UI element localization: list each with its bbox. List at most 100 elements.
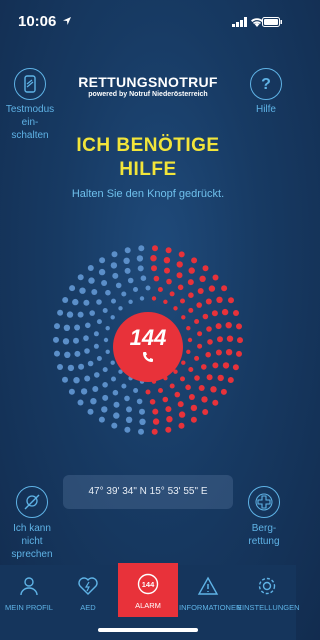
decorative-dot xyxy=(188,292,194,298)
status-bar: 10:06 xyxy=(0,0,296,44)
decorative-dot xyxy=(186,326,191,331)
decorative-dot xyxy=(225,322,232,329)
cannot-speak-button[interactable]: Ich kann nicht sprechen xyxy=(0,486,64,561)
decorative-dot xyxy=(105,326,110,331)
decorative-dot xyxy=(57,309,64,316)
decorative-dot xyxy=(178,251,185,258)
help-button[interactable]: ? Hilfe xyxy=(236,68,296,116)
decorative-dot xyxy=(79,287,86,294)
tab-label-informationen: INFORMATIONEN xyxy=(179,603,242,612)
decorative-dot xyxy=(198,385,205,391)
decorative-dot xyxy=(87,265,94,271)
decorative-dot xyxy=(67,364,75,372)
decorative-dot xyxy=(222,362,230,369)
tab-alarm[interactable]: 144 ALARM xyxy=(118,563,178,617)
decorative-dot xyxy=(87,360,94,367)
decorative-dot xyxy=(236,323,242,330)
decorative-dot xyxy=(220,388,227,395)
decorative-dot xyxy=(197,288,204,294)
decorative-dot xyxy=(145,285,151,291)
decorative-dot xyxy=(84,375,91,382)
decorative-dot xyxy=(80,388,88,395)
decorative-dot xyxy=(85,322,91,329)
emergency-call-button[interactable]: 144 xyxy=(113,312,183,382)
aed-heart-icon xyxy=(78,577,98,595)
decorative-dot xyxy=(105,289,111,296)
decorative-dot xyxy=(166,278,172,285)
decorative-dot xyxy=(91,289,98,295)
decorative-dot xyxy=(139,296,145,301)
decorative-dot xyxy=(93,331,99,337)
tab-label-einstellungen: EINSTELLUNGEN xyxy=(237,603,300,612)
tab-aed[interactable]: AED xyxy=(60,565,116,617)
decorative-dot xyxy=(162,396,169,403)
decorative-dot xyxy=(215,323,222,330)
decorative-dot xyxy=(201,396,208,403)
decorative-dot xyxy=(121,291,127,297)
brand-subtitle: powered by Notruf Niederösterreich xyxy=(88,91,208,98)
decorative-dot xyxy=(216,296,223,303)
decorative-dot xyxy=(165,247,172,254)
decorative-dot xyxy=(96,319,102,325)
decorative-dot xyxy=(206,326,212,332)
tab-label-alarm: ALARM xyxy=(135,601,161,610)
decorative-dot xyxy=(88,277,95,284)
decorative-dot xyxy=(212,362,219,369)
decorative-dot xyxy=(236,350,242,357)
decorative-dot xyxy=(136,398,143,405)
decorative-dot xyxy=(187,279,194,286)
decorative-dot xyxy=(212,274,219,281)
decorative-dot xyxy=(78,363,85,370)
decorative-dot xyxy=(237,337,243,344)
decorative-dot xyxy=(102,394,109,401)
battery-icon xyxy=(262,17,282,27)
decorative-dot xyxy=(138,245,145,252)
instruction-hint: Halten Sie den Knopf gedrückt. xyxy=(71,188,225,200)
decorative-dot xyxy=(111,298,116,304)
decorative-dot xyxy=(169,383,175,389)
decorative-dot xyxy=(87,408,94,415)
tab-informationen[interactable]: INFORMATIONEN xyxy=(179,565,242,617)
decorative-dot xyxy=(54,323,60,330)
phone-test-icon xyxy=(14,68,46,100)
decorative-dot xyxy=(83,335,89,341)
decorative-dot xyxy=(197,331,203,337)
decorative-dot xyxy=(101,406,108,413)
decorative-dot xyxy=(178,422,185,429)
decorative-dot xyxy=(111,376,116,382)
decorative-dot xyxy=(103,337,109,343)
decorative-dot xyxy=(181,315,186,320)
decorative-dot xyxy=(64,351,71,358)
decorative-dot xyxy=(94,372,100,378)
decorative-dot xyxy=(227,377,234,383)
tab-mein-profil[interactable]: MEIN PROFIL xyxy=(0,565,58,617)
decorative-dot xyxy=(92,386,99,392)
decorative-dot xyxy=(123,257,130,264)
decorative-dot xyxy=(127,277,134,284)
decorative-dot xyxy=(187,337,193,343)
decorative-dot xyxy=(176,272,183,279)
warning-icon xyxy=(197,576,219,595)
cannot-speak-label-1: Ich kann xyxy=(13,523,51,534)
mountain-rescue-button[interactable]: Berg- rettung xyxy=(232,486,296,548)
decorative-dot xyxy=(185,384,191,391)
decorative-dot xyxy=(180,298,185,304)
tab-label-aed: AED xyxy=(80,603,96,612)
settings-gear-icon xyxy=(258,577,275,595)
decorative-dot xyxy=(125,416,133,423)
test-mode-button[interactable]: Testmodus ein- schalten xyxy=(0,68,60,142)
decorative-dot xyxy=(77,399,84,406)
decorative-dot xyxy=(74,350,81,357)
home-indicator xyxy=(98,628,198,632)
mountain-rescue-label-2: rettung xyxy=(248,536,280,547)
decorative-dot xyxy=(210,386,217,393)
tab-einstellungen[interactable]: EINSTELLUNGEN xyxy=(237,565,300,617)
decorative-dot xyxy=(138,428,144,435)
decorative-dot xyxy=(66,311,74,318)
decorative-dot xyxy=(139,408,145,415)
decorative-dot xyxy=(124,395,130,402)
muted-speech-icon xyxy=(16,486,48,518)
decorative-dot xyxy=(77,311,84,318)
decorative-dot xyxy=(126,406,132,413)
decorative-dot xyxy=(151,265,157,272)
